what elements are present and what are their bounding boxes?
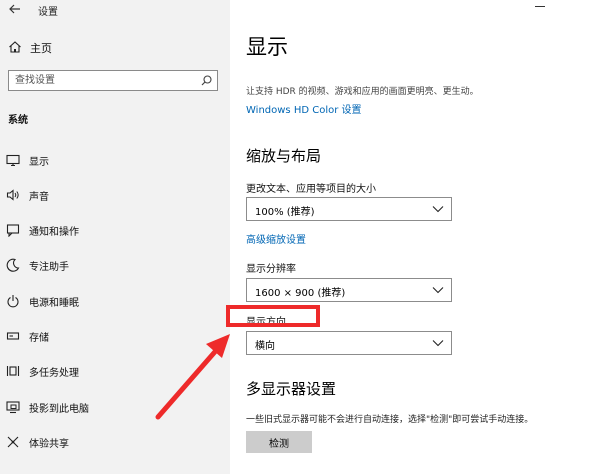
multitask-icon — [6, 366, 20, 376]
share-icon — [7, 436, 19, 448]
minimize-button[interactable] — [535, 6, 545, 8]
sidebar-item-label: 声音 — [29, 192, 49, 203]
speaker-icon — [6, 189, 19, 201]
minimize-icon — [535, 6, 545, 7]
chevron-down-icon — [432, 287, 444, 294]
app-title: 设置 — [38, 7, 58, 18]
back-button[interactable] — [8, 2, 24, 18]
sidebar-item-shared-experiences[interactable]: 体验共享 — [0, 429, 230, 455]
sidebar-item-label: 专注助手 — [29, 262, 69, 273]
search-icon[interactable] — [201, 75, 212, 86]
scale-dropdown[interactable]: 100% (推荐) — [246, 197, 452, 221]
resolution-label: 显示分辨率 — [246, 264, 296, 275]
sidebar-item-label: 体验共享 — [29, 439, 69, 450]
sidebar-item-label: 显示 — [29, 157, 49, 168]
chevron-down-icon — [432, 340, 444, 347]
home-label: 主页 — [30, 42, 52, 55]
sidebar-item-label: 存储 — [29, 333, 49, 344]
monitor-icon — [6, 154, 20, 167]
section-title: 系统 — [8, 115, 28, 126]
sidebar-item-sound[interactable]: 声音 — [0, 182, 230, 208]
search-input[interactable] — [9, 71, 206, 90]
sidebar-item-focus-assist[interactable]: 专注助手 — [0, 252, 230, 278]
resolution-dropdown[interactable]: 1600 × 900 (推荐) — [246, 278, 452, 302]
chevron-down-icon — [432, 206, 444, 213]
sidebar-item-power-sleep[interactable]: 电源和睡眠 — [0, 288, 230, 314]
detect-button[interactable]: 检测 — [246, 431, 312, 453]
advanced-scaling-link[interactable]: 高级缩放设置 — [246, 231, 306, 246]
search-box[interactable] — [8, 70, 218, 91]
sidebar-item-display[interactable]: 显示 — [0, 147, 230, 173]
hdr-color-link[interactable]: Windows HD Color 设置 — [246, 101, 362, 116]
orientation-value: 横向 — [255, 341, 275, 352]
sidebar-item-label: 电源和睡眠 — [29, 298, 79, 309]
sidebar-item-label: 通知和操作 — [29, 227, 79, 238]
page-title: 显示 — [246, 35, 288, 59]
moon-icon — [6, 258, 20, 272]
sidebar-item-label: 多任务处理 — [29, 368, 79, 379]
annotation-arrow — [155, 334, 230, 420]
notification-icon — [6, 224, 20, 237]
sidebar-item-notifications[interactable]: 通知和操作 — [0, 217, 230, 243]
resolution-value: 1600 × 900 (推荐) — [255, 288, 346, 299]
scale-label: 更改文本、应用等项目的大小 — [246, 184, 376, 195]
multi-display-heading: 多显示器设置 — [246, 380, 337, 398]
scale-value: 100% (推荐) — [255, 207, 315, 218]
annotation-highlight-box — [226, 305, 320, 327]
hdr-description: 让支持 HDR 的视频、游戏和应用的画面更明亮、更生动。 — [246, 87, 479, 97]
scale-layout-heading: 缩放与布局 — [246, 147, 322, 165]
sidebar-item-home[interactable]: 主页 — [0, 36, 230, 60]
project-icon — [6, 401, 20, 414]
storage-icon — [6, 332, 20, 340]
main-content: 显示 让支持 HDR 的视频、游戏和应用的画面更明亮、更生动。 Windows … — [230, 0, 600, 474]
sidebar-item-label: 投影到此电脑 — [29, 404, 89, 415]
multi-display-description: 一些旧式显示器可能不会进行自动连接，选择"检测"即可尝试手动连接。 — [246, 415, 534, 425]
orientation-dropdown[interactable]: 横向 — [246, 331, 452, 355]
power-icon — [7, 295, 19, 308]
home-icon — [9, 41, 21, 53]
back-arrow-icon — [9, 4, 20, 14]
